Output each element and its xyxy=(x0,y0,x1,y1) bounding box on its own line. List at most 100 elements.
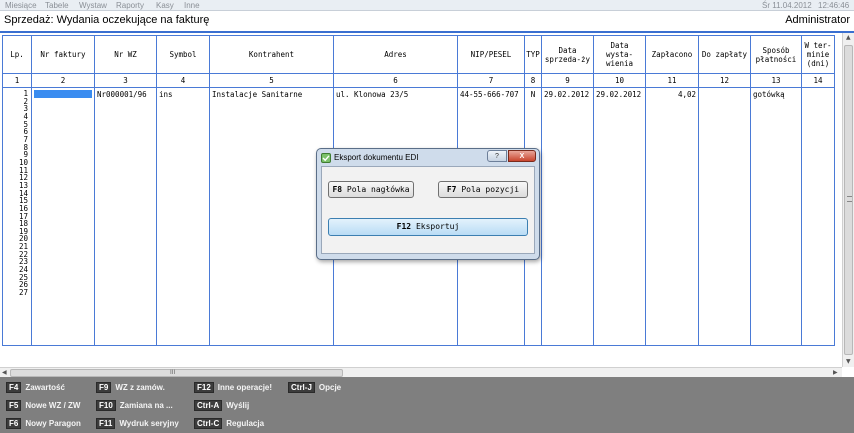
fkey-f12-key: F12 xyxy=(194,382,214,393)
cell-do-zaplaty[interactable] xyxy=(698,87,751,346)
page-title: Sprzedaż: Wydania oczekujące na fakturę xyxy=(4,14,210,26)
col-header-w-terminie[interactable]: W ter-minie (dni) xyxy=(801,35,835,74)
col-header-nr-wz[interactable]: Nr WZ xyxy=(94,35,157,74)
fkey-f9[interactable]: F9 WZ z zamów. xyxy=(96,381,165,394)
fkey-ctrl-a[interactable]: Ctrl-A Wyślij xyxy=(194,399,249,412)
fkey-f5[interactable]: F5 Nowe WZ / ZW xyxy=(6,399,80,412)
header-fields-label: Pola nagłówka xyxy=(346,185,410,194)
col-header-lp[interactable]: Lp. xyxy=(2,35,32,74)
col-number: 5 xyxy=(209,73,334,88)
row-numbers: 1 2 3 4 5 6 7 8 9 10 11 12 13 14 15 16 1… xyxy=(2,87,32,346)
fkey-ctrl-j-key: Ctrl-J xyxy=(288,382,315,393)
col-header-nr-faktury[interactable]: Nr faktury xyxy=(31,35,95,74)
cell-data-wystawienia[interactable]: 29.02.2012 xyxy=(593,87,646,346)
col-header-do-zaplaty[interactable]: Do zapłaty xyxy=(698,35,751,74)
fkey-f6[interactable]: F6 Nowy Paragon xyxy=(6,417,81,430)
fkey-f10[interactable]: F10 Zamiana na ... xyxy=(96,399,173,412)
fkey-f12[interactable]: F12 Inne operacje! xyxy=(194,381,272,394)
col-number: 1 xyxy=(2,73,32,88)
cell-data-sprzedazy[interactable]: 29.02.2012 xyxy=(541,87,594,346)
col-number: 11 xyxy=(645,73,699,88)
col-header-sposob-platnosci[interactable]: Sposób płatności xyxy=(750,35,802,74)
cell-kontrahent[interactable]: Instalacje Sanitarne xyxy=(209,87,334,346)
col-header-data-wystawienia[interactable]: Data wysta-wienia xyxy=(593,35,646,74)
fkey-f11[interactable]: F11 Wydruk seryjny xyxy=(96,417,179,430)
menu-item-wystaw[interactable]: Wystaw xyxy=(79,1,107,10)
header-fields-key: F8 xyxy=(332,185,343,194)
menu-item-kasy[interactable]: Kasy xyxy=(156,1,174,10)
close-button[interactable]: X xyxy=(508,150,536,162)
export-label: Eksportuj xyxy=(415,222,460,231)
header-row: Lp. Nr faktury Nr WZ Symbol Kontrahent A… xyxy=(2,35,835,74)
col-number: 3 xyxy=(94,73,157,88)
scroll-down-icon[interactable]: ▼ xyxy=(846,358,851,365)
fkey-f11-label: Wydruk seryjny xyxy=(119,419,179,428)
fkey-f5-label: Nowe WZ / ZW xyxy=(25,401,81,410)
col-number: 14 xyxy=(801,73,835,88)
cell-nr-wz[interactable]: Nr000001/96 xyxy=(94,87,157,346)
window-title-bar: Sprzedaż: Wydania oczekujące na fakturę … xyxy=(0,11,854,31)
cell-w-terminie[interactable] xyxy=(801,87,835,346)
col-header-adres[interactable]: Adres xyxy=(333,35,458,74)
fkey-f12-label: Inne operacje! xyxy=(217,383,273,392)
fkey-f4[interactable]: F4 Zawartość xyxy=(6,381,65,394)
col-header-kontrahent[interactable]: Kontrahent xyxy=(209,35,334,74)
col-number: 7 xyxy=(457,73,525,88)
header-fields-button[interactable]: F8 Pola nagłówka xyxy=(328,181,414,198)
fkey-f4-label: Zawartość xyxy=(25,383,65,392)
fkey-f10-key: F10 xyxy=(96,400,116,411)
function-key-bar: F4 Zawartość F5 Nowe WZ / ZW F6 Nowy Parago… xyxy=(0,377,854,433)
scroll-thumb-grip: III xyxy=(170,369,176,376)
status-time: 12:46:46 xyxy=(818,1,850,10)
fkey-ctrl-a-key: Ctrl-A xyxy=(194,400,223,411)
item-fields-label: Pola pozycji xyxy=(461,185,520,194)
scroll-right-icon[interactable]: ▶ xyxy=(833,369,838,376)
selection-highlight[interactable] xyxy=(34,90,92,98)
menu-bar: Miesiące Tabele Wystaw Raporty Kasy Inne… xyxy=(0,0,854,11)
item-fields-button[interactable]: F7 Pola pozycji xyxy=(438,181,528,198)
fkey-f10-label: Zamiana na ... xyxy=(119,401,173,410)
grip-icon xyxy=(847,196,852,202)
horizontal-scroll-thumb[interactable]: III xyxy=(10,369,343,377)
col-header-data-sprzedazy[interactable]: Data sprzeda-ży xyxy=(541,35,594,74)
col-header-zaplacono[interactable]: Zapłacono xyxy=(645,35,699,74)
user-name: Administrator xyxy=(785,14,850,26)
scroll-left-icon[interactable]: ◀ xyxy=(2,369,7,376)
col-number: 6 xyxy=(333,73,458,88)
fkey-f6-key: F6 xyxy=(6,418,22,429)
cell-nr-faktury[interactable] xyxy=(31,87,95,346)
col-number: 12 xyxy=(698,73,751,88)
vertical-scroll-thumb[interactable] xyxy=(844,45,853,355)
fkey-ctrl-c-key: Ctrl-C xyxy=(194,418,223,429)
edi-export-dialog: Eksport dokumentu EDI ? X F8 Pola nagłów… xyxy=(316,148,540,260)
menu-item-raporty[interactable]: Raporty xyxy=(116,1,144,10)
cell-zaplacono[interactable]: 4,02 xyxy=(645,87,699,346)
col-number: 9 xyxy=(541,73,594,88)
vertical-scrollbar[interactable]: ▲ ▼ xyxy=(842,33,854,367)
help-button[interactable]: ? xyxy=(487,150,507,162)
fkey-ctrl-j[interactable]: Ctrl-J Opcje xyxy=(288,381,341,394)
menu-item-inne[interactable]: Inne xyxy=(184,1,200,10)
item-fields-key: F7 xyxy=(446,185,457,194)
col-header-symbol[interactable]: Symbol xyxy=(156,35,210,74)
fkey-ctrl-j-label: Opcje xyxy=(318,383,342,392)
cell-symbol[interactable]: ins xyxy=(156,87,210,346)
cell-sposob-platnosci[interactable]: gotówką xyxy=(750,87,802,346)
col-header-nip[interactable]: NIP/PESEL xyxy=(457,35,525,74)
fkey-f6-label: Nowy Paragon xyxy=(25,419,81,428)
fkey-f4-key: F4 xyxy=(6,382,22,393)
horizontal-scrollbar[interactable]: ◀ III ▶ xyxy=(0,367,842,377)
status-date: Śr 11.04.2012 xyxy=(762,1,812,10)
col-number: 2 xyxy=(31,73,95,88)
col-header-typ[interactable]: TYP xyxy=(524,35,542,74)
menu-item-miesiace[interactable]: Miesiące xyxy=(5,1,37,10)
scroll-up-icon[interactable]: ▲ xyxy=(846,34,851,41)
export-button[interactable]: F12 Eksportuj xyxy=(328,218,528,236)
col-number: 8 xyxy=(524,73,542,88)
app-icon xyxy=(321,153,331,163)
fkey-f5-key: F5 xyxy=(6,400,22,411)
fkey-ctrl-c[interactable]: Ctrl-C Regulacja xyxy=(194,417,264,430)
menu-item-tabele[interactable]: Tabele xyxy=(45,1,69,10)
export-key: F12 xyxy=(396,222,412,231)
fkey-ctrl-a-label: Wyślij xyxy=(226,401,250,410)
